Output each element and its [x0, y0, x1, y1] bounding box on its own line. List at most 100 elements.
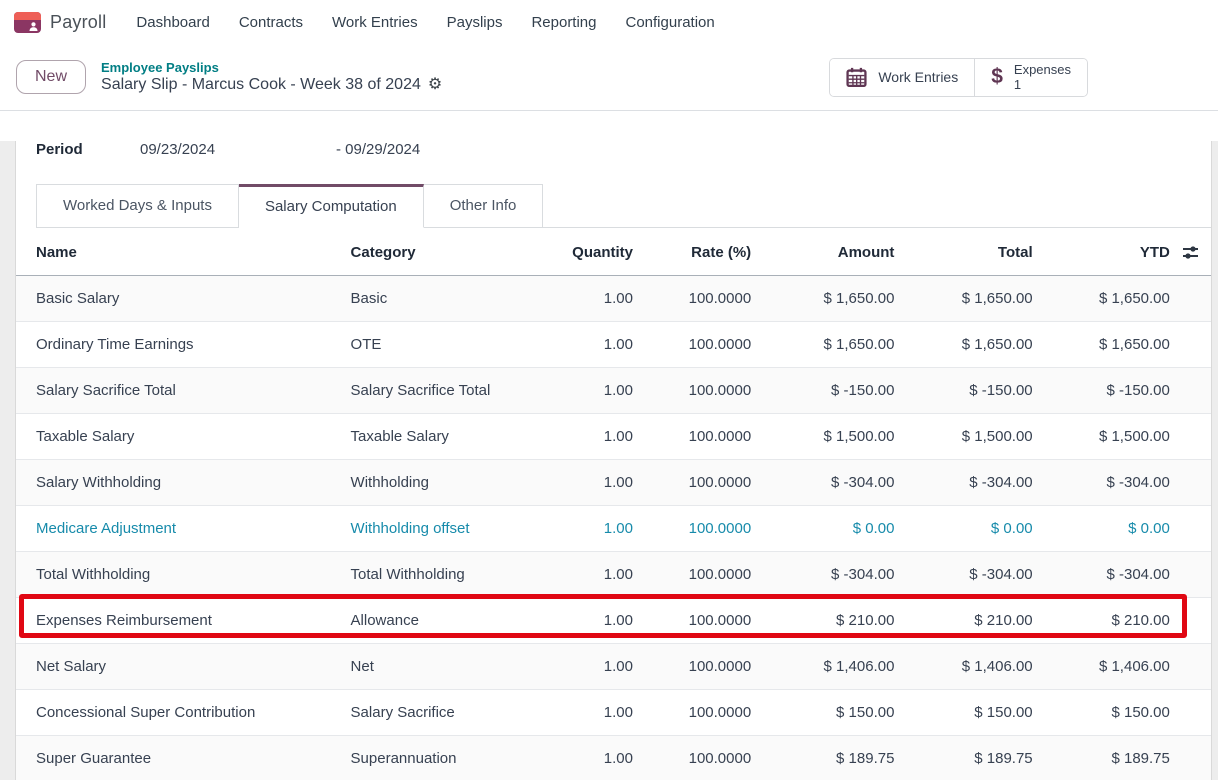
cell-rate[interactable]: 100.0000	[633, 689, 751, 735]
cell-amount[interactable]: $ 0.00	[751, 505, 894, 551]
col-header-quantity[interactable]: Quantity	[551, 230, 633, 275]
cell-category[interactable]: Withholding	[351, 459, 551, 505]
cell-category[interactable]: Withholding offset	[351, 505, 551, 551]
table-row[interactable]: Ordinary Time Earnings OTE 1.00 100.0000…	[16, 321, 1211, 367]
table-row[interactable]: Salary Withholding Withholding 1.00 100.…	[16, 459, 1211, 505]
app-name[interactable]: Payroll	[50, 12, 106, 33]
cell-ytd[interactable]: $ -304.00	[1033, 551, 1170, 597]
cell-amount[interactable]: $ 1,650.00	[751, 321, 894, 367]
cell-category[interactable]: Basic	[351, 275, 551, 321]
cell-quantity[interactable]: 1.00	[551, 367, 633, 413]
cell-ytd[interactable]: $ -304.00	[1033, 459, 1170, 505]
cell-category[interactable]: Net	[351, 643, 551, 689]
cell-rate[interactable]: 100.0000	[633, 413, 751, 459]
cell-category[interactable]: Salary Sacrifice	[351, 689, 551, 735]
cell-name[interactable]: Salary Sacrifice Total	[16, 367, 351, 413]
cell-name[interactable]: Medicare Adjustment	[16, 505, 351, 551]
cell-name[interactable]: Salary Withholding	[16, 459, 351, 505]
nav-menu-item[interactable]: Reporting	[529, 10, 598, 35]
nav-menu-item[interactable]: Work Entries	[330, 10, 420, 35]
table-row[interactable]: Salary Sacrifice Total Salary Sacrifice …	[16, 367, 1211, 413]
cell-ytd[interactable]: $ 150.00	[1033, 689, 1170, 735]
cell-name[interactable]: Net Salary	[16, 643, 351, 689]
cell-total[interactable]: $ 0.00	[894, 505, 1032, 551]
settings-gear-icon[interactable]: ⚙	[428, 77, 442, 93]
nav-menu-item[interactable]: Dashboard	[134, 10, 211, 35]
expenses-button[interactable]: $ Expenses 1	[974, 59, 1087, 96]
table-row[interactable]: Taxable Salary Taxable Salary 1.00 100.0…	[16, 413, 1211, 459]
cell-total[interactable]: $ 189.75	[894, 735, 1032, 780]
cell-total[interactable]: $ -304.00	[894, 459, 1032, 505]
cell-total[interactable]: $ -150.00	[894, 367, 1032, 413]
cell-quantity[interactable]: 1.00	[551, 689, 633, 735]
cell-ytd[interactable]: $ -150.00	[1033, 367, 1170, 413]
cell-quantity[interactable]: 1.00	[551, 643, 633, 689]
cell-rate[interactable]: 100.0000	[633, 551, 751, 597]
cell-quantity[interactable]: 1.00	[551, 413, 633, 459]
cell-quantity[interactable]: 1.00	[551, 597, 633, 643]
cell-rate[interactable]: 100.0000	[633, 597, 751, 643]
cell-amount[interactable]: $ 189.75	[751, 735, 894, 780]
cell-name[interactable]: Expenses Reimbursement	[16, 597, 351, 643]
cell-ytd[interactable]: $ 210.00	[1033, 597, 1170, 643]
new-button[interactable]: New	[16, 60, 86, 94]
col-header-ytd[interactable]: YTD	[1033, 230, 1170, 275]
cell-category[interactable]: Salary Sacrifice Total	[351, 367, 551, 413]
table-row[interactable]: Basic Salary Basic 1.00 100.0000 $ 1,650…	[16, 275, 1211, 321]
table-row[interactable]: Super Guarantee Superannuation 1.00 100.…	[16, 735, 1211, 780]
table-row[interactable]: Expenses Reimbursement Allowance 1.00 10…	[16, 597, 1211, 643]
cell-rate[interactable]: 100.0000	[633, 367, 751, 413]
cell-quantity[interactable]: 1.00	[551, 275, 633, 321]
col-header-amount[interactable]: Amount	[751, 230, 894, 275]
col-header-total[interactable]: Total	[894, 230, 1032, 275]
cell-rate[interactable]: 100.0000	[633, 643, 751, 689]
nav-menu-item[interactable]: Contracts	[237, 10, 305, 35]
optional-columns-sliders-icon[interactable]	[1182, 244, 1199, 261]
cell-quantity[interactable]: 1.00	[551, 735, 633, 780]
cell-total[interactable]: $ -304.00	[894, 551, 1032, 597]
table-row[interactable]: Net Salary Net 1.00 100.0000 $ 1,406.00 …	[16, 643, 1211, 689]
cell-quantity[interactable]: 1.00	[551, 321, 633, 367]
cell-category[interactable]: Total Withholding	[351, 551, 551, 597]
cell-name[interactable]: Concessional Super Contribution	[16, 689, 351, 735]
cell-total[interactable]: $ 1,650.00	[894, 321, 1032, 367]
cell-ytd[interactable]: $ 1,500.00	[1033, 413, 1170, 459]
cell-rate[interactable]: 100.0000	[633, 459, 751, 505]
tab-item[interactable]: Salary Computation	[239, 184, 424, 228]
cell-category[interactable]: Taxable Salary	[351, 413, 551, 459]
cell-quantity[interactable]: 1.00	[551, 459, 633, 505]
cell-amount[interactable]: $ 1,650.00	[751, 275, 894, 321]
cell-total[interactable]: $ 1,500.00	[894, 413, 1032, 459]
col-header-name[interactable]: Name	[16, 230, 351, 275]
cell-amount[interactable]: $ 210.00	[751, 597, 894, 643]
cell-name[interactable]: Total Withholding	[16, 551, 351, 597]
table-row[interactable]: Concessional Super Contribution Salary S…	[16, 689, 1211, 735]
cell-total[interactable]: $ 1,650.00	[894, 275, 1032, 321]
col-header-category[interactable]: Category	[351, 230, 551, 275]
period-start-date[interactable]: 09/23/2024	[140, 141, 336, 159]
cell-quantity[interactable]: 1.00	[551, 505, 633, 551]
cell-amount[interactable]: $ -304.00	[751, 459, 894, 505]
cell-amount[interactable]: $ 1,500.00	[751, 413, 894, 459]
cell-total[interactable]: $ 150.00	[894, 689, 1032, 735]
cell-rate[interactable]: 100.0000	[633, 505, 751, 551]
cell-rate[interactable]: 100.0000	[633, 735, 751, 780]
cell-ytd[interactable]: $ 189.75	[1033, 735, 1170, 780]
period-end-date[interactable]: 09/29/2024	[345, 141, 420, 158]
cell-total[interactable]: $ 1,406.00	[894, 643, 1032, 689]
cell-total[interactable]: $ 210.00	[894, 597, 1032, 643]
tab-item[interactable]: Other Info	[424, 184, 544, 228]
cell-name[interactable]: Ordinary Time Earnings	[16, 321, 351, 367]
cell-amount[interactable]: $ -304.00	[751, 551, 894, 597]
cell-ytd[interactable]: $ 1,406.00	[1033, 643, 1170, 689]
cell-name[interactable]: Super Guarantee	[16, 735, 351, 780]
col-header-rate[interactable]: Rate (%)	[633, 230, 751, 275]
cell-ytd[interactable]: $ 0.00	[1033, 505, 1170, 551]
breadcrumb-parent-link[interactable]: Employee Payslips	[101, 60, 442, 75]
cell-category[interactable]: OTE	[351, 321, 551, 367]
cell-ytd[interactable]: $ 1,650.00	[1033, 321, 1170, 367]
table-row[interactable]: Total Withholding Total Withholding 1.00…	[16, 551, 1211, 597]
nav-menu-item[interactable]: Payslips	[445, 10, 505, 35]
tab-item[interactable]: Worked Days & Inputs	[36, 184, 239, 228]
cell-name[interactable]: Taxable Salary	[16, 413, 351, 459]
